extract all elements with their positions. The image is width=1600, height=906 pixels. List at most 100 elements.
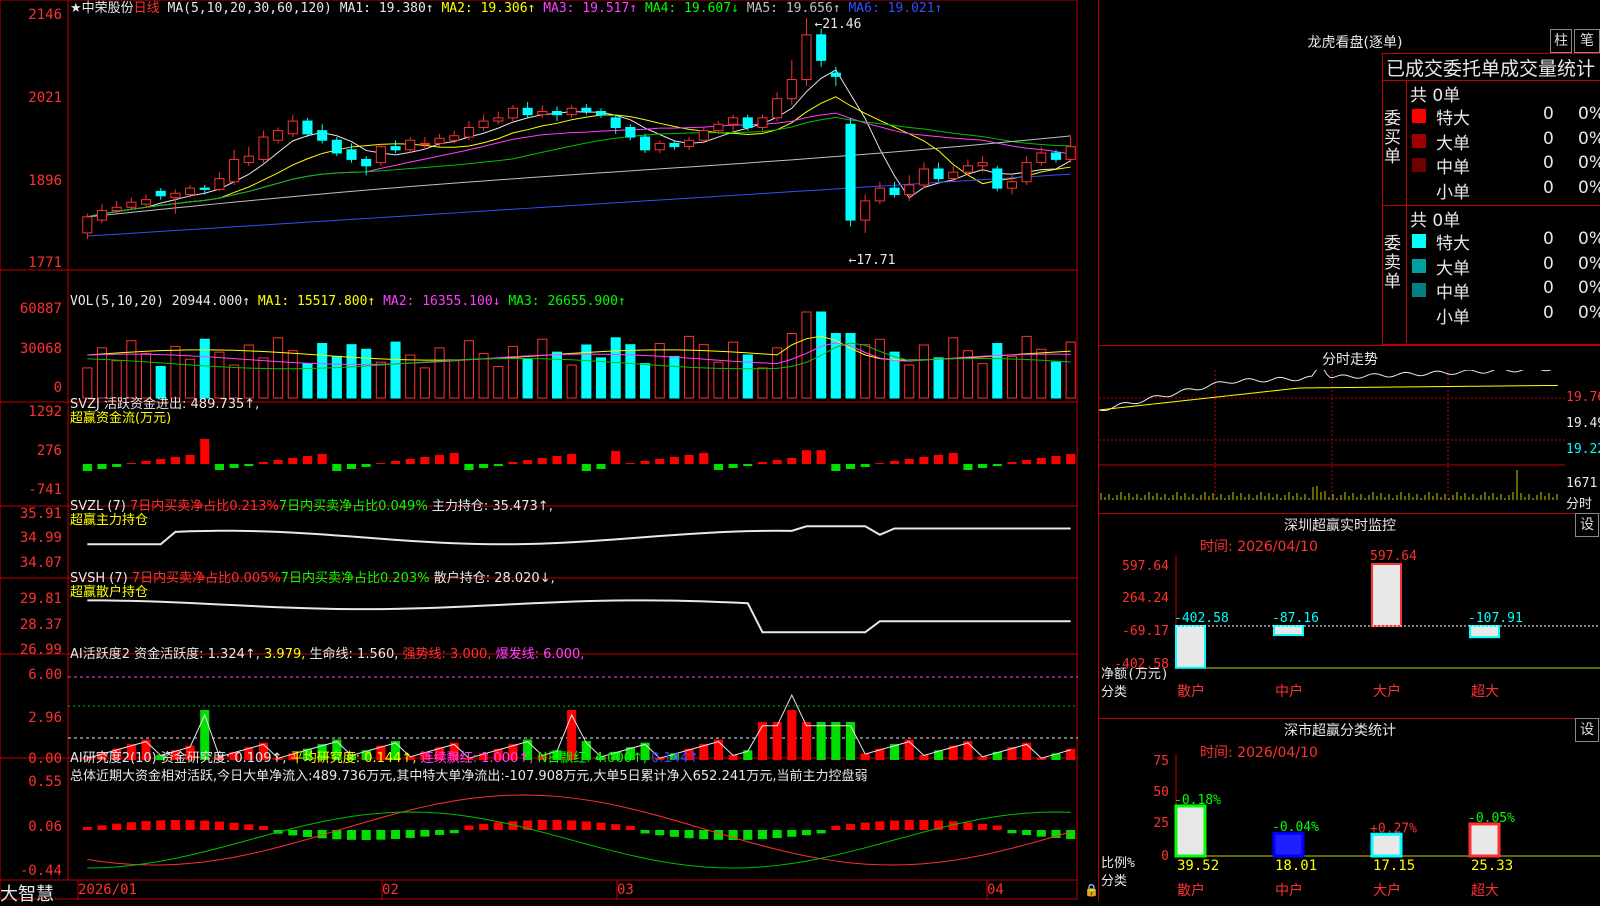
svzj-subtitle: 超赢资金流(万元) — [70, 411, 172, 426]
research-bar — [640, 830, 650, 834]
volume-bar — [229, 364, 240, 399]
svsh-ratio1: 7日内买卖净占比0.005% — [131, 571, 281, 586]
candle-body — [126, 201, 137, 208]
monitor-value-label: -402.58 — [1174, 611, 1229, 626]
research-bar — [361, 830, 371, 840]
order-type-label: 中单 — [1436, 283, 1470, 303]
fund-flow-bar — [317, 454, 327, 464]
fund-flow-bar — [948, 453, 958, 464]
research-bar — [126, 822, 136, 830]
monitor-category-label: 中户 — [1275, 683, 1303, 700]
svzj-tick: 276 — [36, 443, 62, 459]
fund-flow-bar — [288, 458, 298, 464]
classify-axis-tick: 75 — [1153, 754, 1169, 769]
monitor-ylabel: 分类 — [1101, 685, 1127, 700]
research-bar — [479, 823, 489, 830]
monitor-chart: 597.64264.24-69.17-402.58-402.58散户-87.16… — [1101, 549, 1600, 700]
candle-body — [140, 199, 152, 205]
research-bar — [699, 830, 709, 840]
research-bar — [258, 826, 269, 830]
order-color-swatch — [1412, 158, 1426, 172]
order-color-swatch — [1412, 258, 1426, 273]
candle-body — [860, 200, 871, 221]
price-header: ★中荣股份日线 MA(5,10,20,30,60,120) MA1: 19.38… — [70, 2, 942, 16]
volume-bar — [918, 344, 929, 399]
candle-body — [639, 136, 651, 151]
research-bar — [537, 820, 547, 830]
research-bar — [1066, 830, 1076, 840]
period-label[interactable]: 日线 — [134, 1, 160, 16]
monitor-ylabel: 净额(万元) — [1101, 667, 1169, 682]
date-label: 03 — [617, 882, 634, 898]
fund-flow-bar — [390, 461, 401, 464]
ma-params: MA(5,10,20,30,60,120) — [167, 1, 332, 16]
volume-bar — [96, 347, 108, 399]
ma-value-6: MA6: 19.021↑ — [840, 1, 943, 16]
fund-flow-bar — [1066, 454, 1076, 464]
fund-flow-bar — [112, 464, 122, 467]
tick-mode-button[interactable]: 笔 — [1574, 29, 1600, 53]
order-color-swatch — [1412, 133, 1426, 148]
research-bar — [185, 820, 195, 830]
order-stats-title: 已成交委托单成交量统计 — [1386, 58, 1596, 80]
research-bar — [200, 820, 210, 830]
research-bar — [420, 830, 430, 837]
fund-flow-bar — [743, 464, 753, 466]
fenshi-chart[interactable] — [1099, 370, 1565, 512]
fenshi-tick: 19.76 — [1566, 390, 1600, 405]
bar-mode-button[interactable]: 柱 — [1550, 29, 1572, 53]
volume-bar — [728, 341, 739, 399]
ai-active-v2: 3.979, — [264, 647, 306, 662]
monitor-settings-button[interactable]: 设 — [1575, 513, 1599, 537]
volume-bar — [977, 363, 988, 399]
fund-flow-bar — [156, 459, 166, 464]
svzj-header: SVZJ 活跃资金进出: 489.735↑, 超赢资金流(万元) — [70, 398, 259, 426]
price-line — [1099, 370, 1552, 412]
fund-flow-bar — [978, 464, 988, 468]
fund-flow-bar — [772, 460, 782, 464]
price-tick: 2146 — [28, 7, 62, 23]
research-bar — [97, 825, 107, 830]
classify-settings-button[interactable]: 设 — [1575, 718, 1599, 742]
candle-body — [713, 123, 724, 132]
ai-active-strong: 强势线: 3.000, — [402, 647, 492, 662]
price-tick: 2021 — [28, 90, 62, 106]
candle-body — [405, 139, 416, 151]
fund-flow-bar — [435, 455, 445, 464]
svsh-subtitle: 超赢散户持仓 — [70, 585, 149, 600]
svzl-tick: 35.91 — [19, 506, 62, 522]
research-bar — [214, 821, 224, 830]
candle-body — [493, 117, 504, 122]
candle-body — [111, 206, 122, 212]
volume-bar — [434, 347, 445, 399]
research-bar — [772, 830, 782, 839]
ai-research-avg: 平均研究度: 0.144↑, — [290, 751, 417, 766]
fund-flow-bar — [214, 464, 224, 470]
volume-bar — [639, 363, 651, 399]
volume-bar — [243, 344, 254, 399]
stock-name: ★中荣股份 — [70, 1, 134, 16]
research-bar — [963, 822, 973, 830]
fund-flow-bar — [346, 464, 357, 469]
candle-body — [684, 139, 695, 148]
fund-flow-bar — [611, 451, 621, 464]
fund-flow-bar — [596, 464, 606, 469]
order-type-label: 大单 — [1436, 258, 1470, 279]
fund-flow-bar — [82, 464, 92, 471]
lock-icon[interactable]: 🔒 — [1084, 883, 1099, 897]
classify-bar — [1370, 832, 1403, 858]
svsh-name: SVSH (7) — [70, 571, 128, 586]
candle-body — [772, 98, 783, 119]
volume-bar — [140, 353, 152, 399]
volume-bar — [449, 360, 460, 399]
candle-body — [742, 117, 753, 128]
research-bar — [787, 830, 797, 837]
research-bar — [244, 824, 254, 830]
ma-value-4: MA4: 19.607↓ — [637, 1, 739, 16]
fenshi-tick: 1671 — [1566, 476, 1598, 491]
candle-body — [434, 137, 445, 144]
fund-flow-bar — [934, 455, 944, 464]
classify-category-label: 散户 — [1177, 882, 1205, 899]
research-bar — [229, 822, 239, 830]
fund-flow-bar — [479, 464, 489, 468]
